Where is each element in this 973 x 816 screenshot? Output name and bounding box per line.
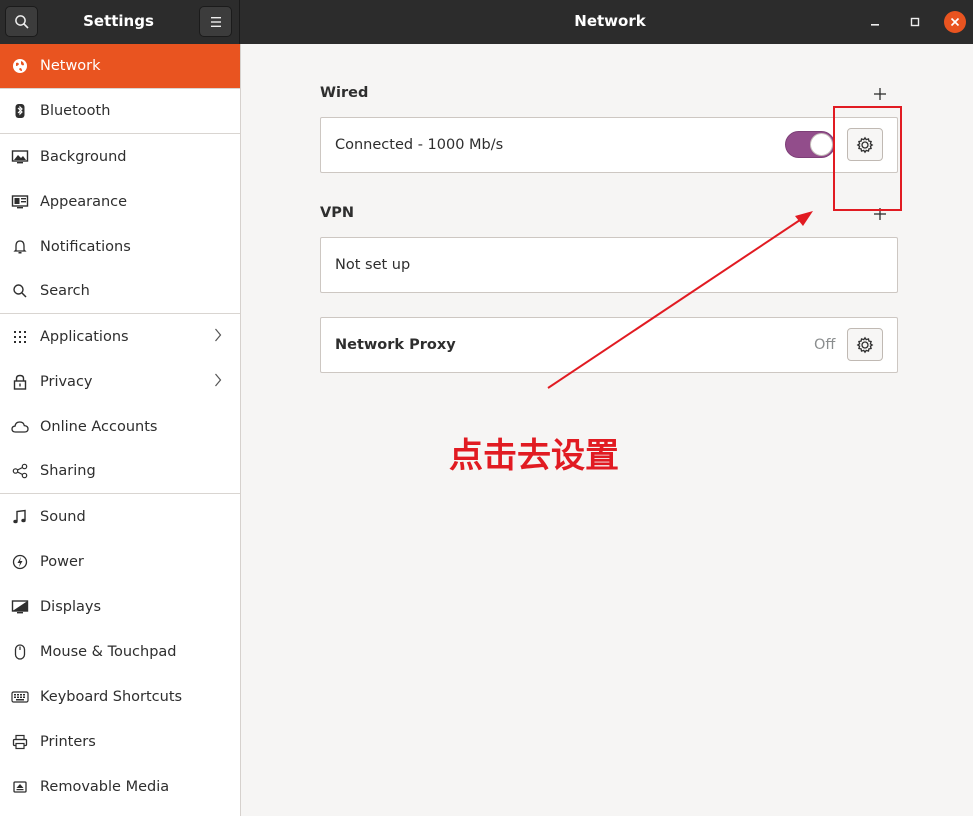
annotation-arrow bbox=[547, 211, 813, 389]
annotation-text: 点击去设置 bbox=[449, 436, 619, 476]
